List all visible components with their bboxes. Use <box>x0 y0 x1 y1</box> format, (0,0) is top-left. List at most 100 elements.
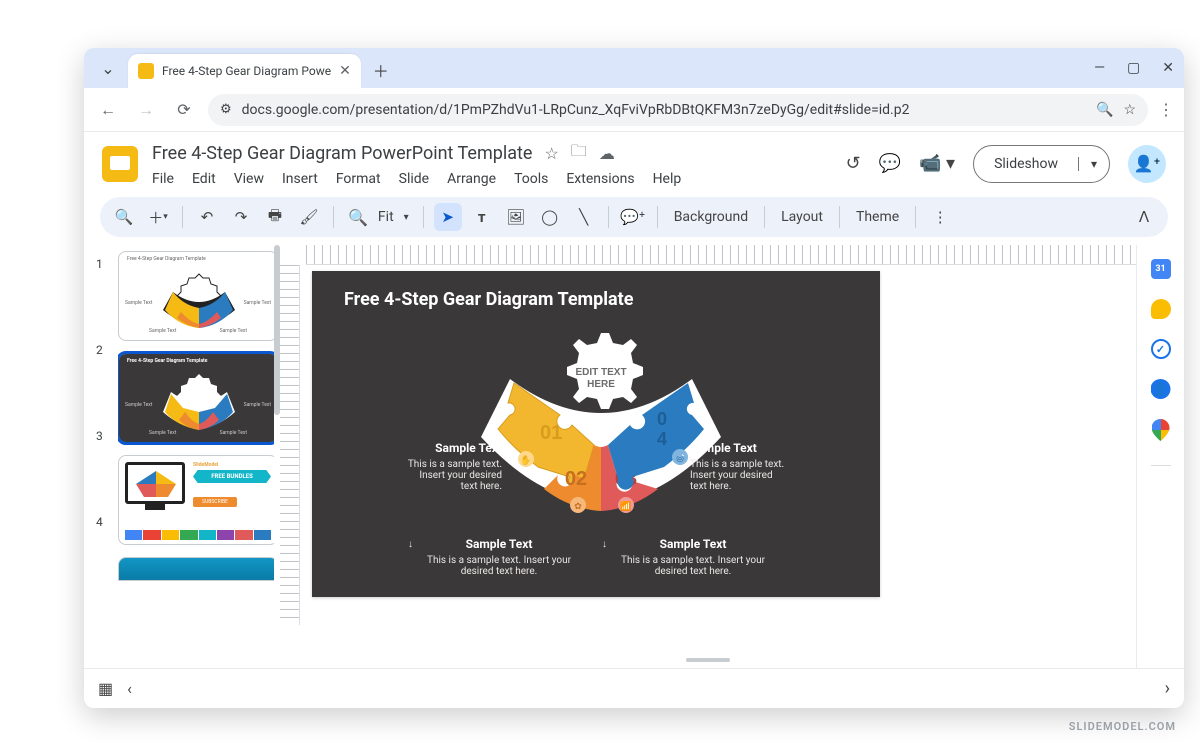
separator <box>839 206 840 228</box>
arrow-icon: → <box>676 449 686 460</box>
thumb-sample: Sample Text <box>220 328 247 334</box>
slide-canvas[interactable]: Free 4-Step Gear Diagram Template EDIT T… <box>312 271 880 597</box>
shape-tool-button[interactable]: ◯ <box>536 203 564 231</box>
slide-index: 1 <box>96 257 110 271</box>
close-window-button[interactable]: ✕ <box>1162 60 1174 76</box>
keep-addon-icon[interactable] <box>1151 299 1171 319</box>
close-tab-button[interactable]: ✕ <box>339 63 351 79</box>
calendar-addon-icon[interactable] <box>1151 259 1171 279</box>
theme-button[interactable]: Theme <box>850 209 905 225</box>
layout-button[interactable]: Layout <box>775 209 829 225</box>
callout-top-right: Sample Text This is a sample text. Inser… <box>690 441 840 492</box>
hide-menus-button[interactable]: ᐱ <box>1130 203 1158 231</box>
address-bar[interactable]: ⚙ docs.google.com/presentation/d/1PmPZhd… <box>208 94 1148 126</box>
version-history-button[interactable]: ↺ <box>846 153 861 174</box>
menu-slide[interactable]: Slide <box>399 171 429 187</box>
share-button[interactable]: 👤⁺ <box>1128 145 1166 183</box>
gear-center-text-1: EDIT TEXT <box>575 367 626 378</box>
arrow-icon: ↓ <box>602 539 607 550</box>
reload-button[interactable]: ⟳ <box>170 96 198 124</box>
maps-addon-icon[interactable] <box>1152 419 1170 441</box>
maximize-button[interactable]: ▢ <box>1127 60 1140 76</box>
slide-thumbnail-2[interactable]: Free 4-Step Gear Diagram Template Sample… <box>118 353 274 443</box>
thumb-sample: Sample Text <box>125 402 152 408</box>
bookmark-star-icon[interactable]: ☆ <box>1123 102 1136 118</box>
thumb-sample: Sample Text <box>220 430 247 436</box>
forward-button[interactable]: → <box>132 96 160 124</box>
zoom-dropdown-icon: ▾ <box>404 212 409 223</box>
menu-view[interactable]: View <box>234 171 264 187</box>
slide-thumbnail-1[interactable]: Free 4-Step Gear Diagram Template Sample… <box>118 251 274 341</box>
svg-text:📶: 📶 <box>620 500 631 511</box>
line-tool-button[interactable]: ╲ <box>570 203 598 231</box>
seg-num-4a: 0 <box>657 409 667 429</box>
textbox-tool-button[interactable]: т <box>468 203 496 231</box>
background-button[interactable]: Background <box>668 209 754 225</box>
menu-file[interactable]: File <box>152 171 174 187</box>
minimize-button[interactable]: — <box>1094 60 1105 76</box>
grid-view-button[interactable]: ▦ <box>98 679 113 698</box>
tab-title: Free 4-Step Gear Diagram Powe <box>162 64 331 78</box>
separator <box>915 206 916 228</box>
select-tool-button[interactable]: ➤ <box>434 203 462 231</box>
slide-index: 2 <box>96 343 110 357</box>
meet-button[interactable]: 📹 ▾ <box>919 153 955 174</box>
window-controls: — ▢ ✕ <box>1094 48 1174 88</box>
speaker-notes-resize-handle[interactable] <box>686 658 730 662</box>
url-text: docs.google.com/presentation/d/1PmPZhdVu… <box>242 102 1086 118</box>
slideshow-dropdown[interactable]: ▾ <box>1078 157 1109 171</box>
menu-help[interactable]: Help <box>653 171 682 187</box>
tablist-expand-button[interactable]: ⌄ <box>94 54 122 82</box>
zoom-label: Fit <box>372 209 400 225</box>
slideshow-button[interactable]: Slideshow ▾ <box>973 145 1110 183</box>
menubar: File Edit View Insert Format Slide Arran… <box>152 171 681 187</box>
star-document-button[interactable]: ☆ <box>544 144 558 163</box>
menu-format[interactable]: Format <box>336 171 381 187</box>
slideshow-label: Slideshow <box>974 156 1078 172</box>
search-menus-button[interactable]: 🔍 <box>110 203 138 231</box>
bottom-bar: ▦ ‹ › <box>84 668 1184 708</box>
paint-format-button[interactable]: 🖌 <box>295 203 323 231</box>
comment-tool-button[interactable]: 💬⁺ <box>619 203 647 231</box>
callout-top-left: Sample Text This is a sample text. Inser… <box>352 441 502 492</box>
slide-thumbnail-4[interactable] <box>118 557 274 581</box>
separator <box>608 206 609 228</box>
chrome-menu-button[interactable]: ⋮ <box>1158 100 1174 119</box>
undo-button[interactable]: ↶ <box>193 203 221 231</box>
cloud-status-icon[interactable]: ☁ <box>599 144 615 163</box>
browser-tab[interactable]: Free 4-Step Gear Diagram Powe ✕ <box>128 54 361 88</box>
print-button[interactable]: 🖶 <box>261 203 289 231</box>
image-tool-button[interactable]: 🖼 <box>502 203 530 231</box>
new-slide-button[interactable]: ＋▾ <box>144 203 172 231</box>
arrow-icon: ↓ <box>408 539 413 550</box>
menu-tools[interactable]: Tools <box>514 171 548 187</box>
menu-insert[interactable]: Insert <box>282 171 318 187</box>
menu-edit[interactable]: Edit <box>192 171 216 187</box>
slide-index: 4 <box>96 515 110 529</box>
filmstrip-collapse-button[interactable]: ‹ <box>127 679 132 698</box>
google-side-panel: 👤 <box>1136 245 1184 668</box>
thumb-sample: Sample Text <box>125 300 152 306</box>
new-tab-button[interactable]: ＋ <box>367 56 395 84</box>
redo-button[interactable]: ↷ <box>227 203 255 231</box>
move-document-button[interactable]: 🗀 <box>571 140 587 167</box>
zoom-control[interactable]: 🔍 Fit ▾ <box>344 208 413 227</box>
zoom-indicator-icon[interactable]: 🔍 <box>1096 102 1113 118</box>
comments-button[interactable]: 💬 <box>879 153 901 174</box>
contacts-addon-icon[interactable]: 👤 <box>1151 379 1171 399</box>
seg-num-4b: 4 <box>657 429 667 449</box>
explore-button[interactable]: › <box>1165 678 1170 699</box>
back-button[interactable]: ← <box>94 96 122 124</box>
seg-num-2: 02 <box>565 468 587 490</box>
svg-text:✋: ✋ <box>520 454 531 465</box>
more-tools-button[interactable]: ⋮ <box>926 203 954 231</box>
site-settings-icon[interactable]: ⚙ <box>220 102 232 117</box>
document-title[interactable]: Free 4-Step Gear Diagram PowerPoint Temp… <box>152 143 532 164</box>
menu-arrange[interactable]: Arrange <box>447 171 496 187</box>
menu-extensions[interactable]: Extensions <box>566 171 634 187</box>
toolbar-container: 🔍 ＋▾ ↶ ↷ 🖶 🖌 🔍 Fit ▾ ➤ т 🖼 ◯ ╲ 💬⁺ Backgr… <box>84 189 1184 245</box>
share-icon: 👤⁺ <box>1134 154 1160 173</box>
tasks-addon-icon[interactable] <box>1151 339 1171 359</box>
google-slides-logo-icon[interactable] <box>102 146 138 182</box>
slide-thumbnail-3[interactable]: SlideModel FREE BUNDLES SUBSCRIBE <box>118 455 274 545</box>
